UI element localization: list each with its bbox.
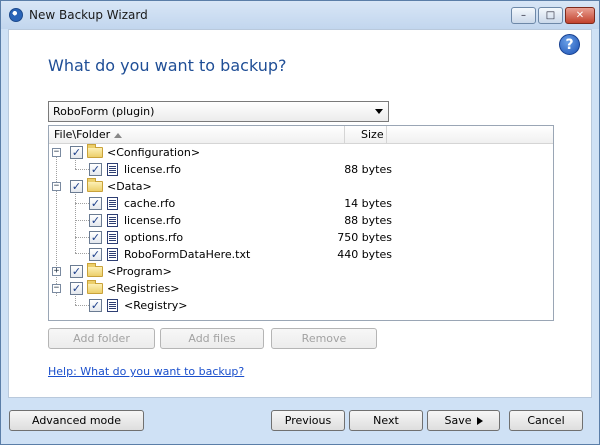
tree-row-label: <Registries> [107,282,180,295]
backup-wizard-window: New Backup Wizard – □ ✕ ? What do you wa… [0,0,600,445]
expand-icon[interactable]: + [52,267,61,276]
tree-row-file[interactable]: ✓ license.rfo 88 bytes [49,212,553,229]
add-folder-button[interactable]: Add folder [48,328,155,349]
tree-row-label: options.rfo [124,231,184,244]
tree-row-file[interactable]: ✓ RoboFormDataHere.txt 440 bytes [49,246,553,263]
file-size: 88 bytes [344,214,392,227]
file-size: 440 bytes [337,248,392,261]
folder-icon [87,144,103,158]
file-icon [107,214,118,227]
tree-row-registry[interactable]: ✓ <Registry> [49,297,553,314]
checkbox[interactable]: ✓ [70,180,83,193]
collapse-icon[interactable]: − [52,182,61,191]
tree-row-label: <Configuration> [107,146,201,159]
tree-row-registries[interactable]: − ✓ <Registries> [49,280,553,297]
file-icon [107,163,118,176]
maximize-button[interactable]: □ [538,7,563,24]
source-dropdown[interactable]: RoboForm (plugin) [48,101,389,122]
checkbox[interactable]: ✓ [89,163,102,176]
tree-row-label: <Program> [107,265,172,278]
checkbox[interactable]: ✓ [89,214,102,227]
chevron-down-icon[interactable] [375,109,383,114]
tree-row-program[interactable]: + ✓ <Program> [49,263,553,280]
cancel-button[interactable]: Cancel [509,410,583,431]
file-tree[interactable]: File\Folder Size − ✓ <Configuration> ✓ l… [48,125,554,321]
tree-row-file[interactable]: ✓ options.rfo 750 bytes [49,229,553,246]
previous-button[interactable]: Previous [271,410,345,431]
page-title: What do you want to backup? [48,56,287,75]
tree-row-data[interactable]: − ✓ <Data> [49,178,553,195]
footer-bar: Advanced mode Previous Next Save Cancel [1,399,599,444]
folder-icon [87,178,103,192]
advanced-mode-button[interactable]: Advanced mode [9,410,144,431]
tree-row-label: <Registry> [124,299,188,312]
column-header-size[interactable]: Size [345,126,387,144]
save-button[interactable]: Save [427,410,500,431]
checkbox[interactable]: ✓ [89,299,102,312]
minimize-button[interactable]: – [511,7,536,24]
tree-row-configuration[interactable]: − ✓ <Configuration> [49,144,553,161]
tree-row-file[interactable]: ✓ license.rfo 88 bytes [49,161,553,178]
tree-row-label: cache.rfo [124,197,176,210]
checkbox[interactable]: ✓ [70,146,83,159]
title-bar: New Backup Wizard – □ ✕ [1,1,599,29]
file-size: 750 bytes [337,231,392,244]
tree-header: File\Folder Size [49,126,553,144]
close-button[interactable]: ✕ [565,7,595,24]
checkbox[interactable]: ✓ [89,197,102,210]
help-icon[interactable]: ? [559,34,580,55]
add-files-button[interactable]: Add files [160,328,264,349]
remove-button[interactable]: Remove [271,328,377,349]
tree-row-label: license.rfo [124,214,182,227]
checkbox[interactable]: ✓ [70,265,83,278]
tree-row-label: <Data> [107,180,152,193]
app-icon [9,8,23,22]
source-dropdown-value: RoboForm (plugin) [53,105,155,118]
file-icon [107,248,118,261]
play-icon [476,417,483,425]
column-header-name[interactable]: File\Folder [49,126,345,144]
tree-row-label: RoboFormDataHere.txt [124,248,251,261]
collapse-icon[interactable]: − [52,284,61,293]
folder-icon [87,263,103,277]
checkbox[interactable]: ✓ [89,248,102,261]
file-icon [107,197,118,210]
file-size: 88 bytes [344,163,392,176]
file-icon [107,299,118,312]
help-link[interactable]: Help: What do you want to backup? [48,365,244,378]
tree-row-label: license.rfo [124,163,182,176]
sort-up-icon [114,132,123,138]
checkbox[interactable]: ✓ [89,231,102,244]
file-size: 14 bytes [344,197,392,210]
folder-icon [87,280,103,294]
collapse-icon[interactable]: − [52,148,61,157]
next-button[interactable]: Next [349,410,423,431]
file-icon [107,231,118,244]
wizard-page: ? What do you want to backup? RoboForm (… [8,29,592,398]
checkbox[interactable]: ✓ [70,282,83,295]
tree-row-file[interactable]: ✓ cache.rfo 14 bytes [49,195,553,212]
window-title: New Backup Wizard [29,8,148,22]
